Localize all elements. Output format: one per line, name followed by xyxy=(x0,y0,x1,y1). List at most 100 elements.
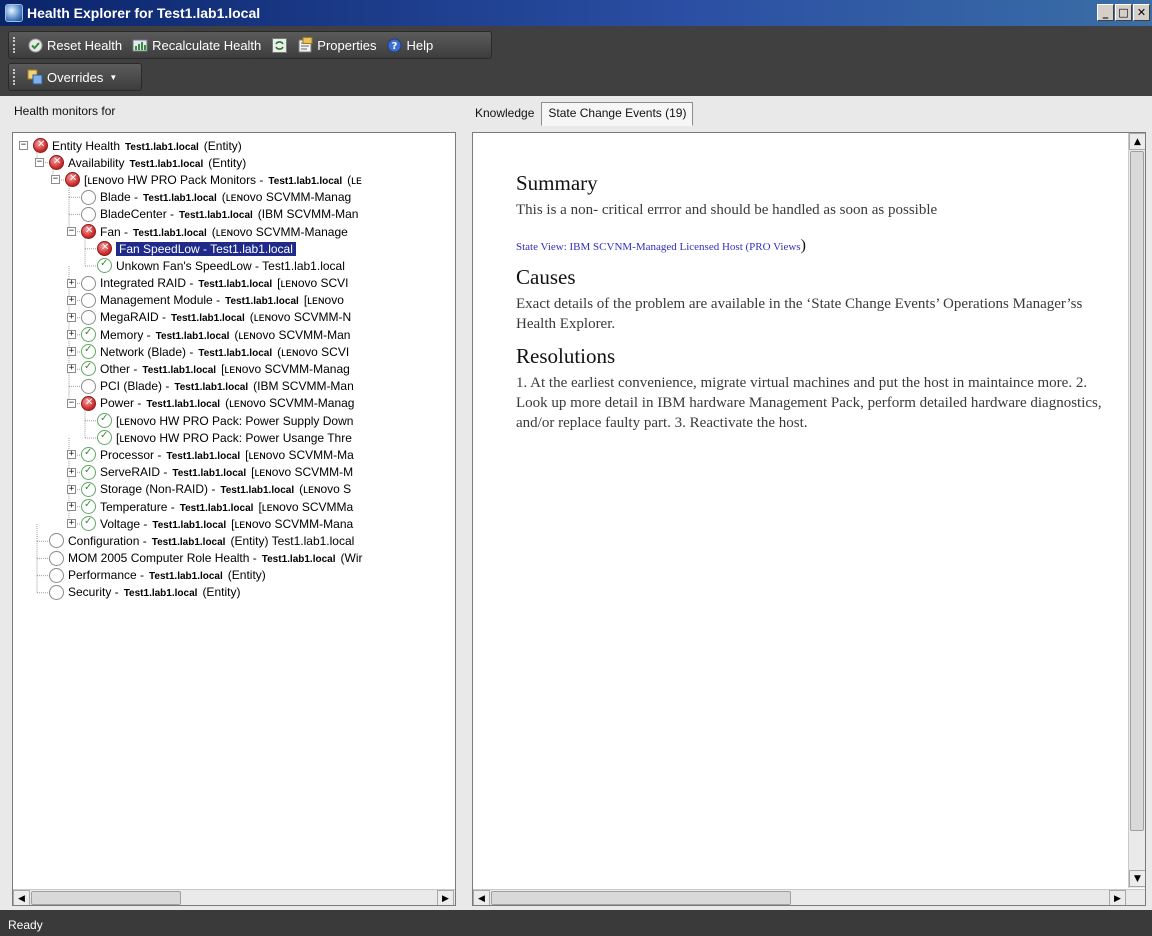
svg-text:?: ? xyxy=(392,41,398,52)
tree-item-label[interactable]: Integrated RAID - Test1.lab1.local [ʟᴇɴᴏᴠᴏ… xyxy=(100,276,349,290)
recalculate-health-label: Recalculate Health xyxy=(152,37,262,53)
tree-item-label[interactable]: Fan SpeedLow - Test1.lab1.local xyxy=(116,241,296,256)
tree-row[interactable]: + MegaRAID - Test1.lab1.local (ʟᴇɴᴏᴠᴏ SCVMM… xyxy=(13,309,455,326)
tree-row[interactable]: Fan SpeedLow - Test1.lab1.local xyxy=(13,240,455,257)
tree-item-label[interactable]: Power - Test1.lab1.local (ʟᴇɴᴏᴠᴏ SCVMM-Man… xyxy=(100,396,354,410)
tree-item-label[interactable]: Availability Test1.lab1.local (Entity) xyxy=(68,156,246,170)
tree-row[interactable]: [ʟᴇɴᴏᴠᴏ HW PRO Pack: Power Usange Thre xyxy=(13,429,455,446)
tree-row[interactable]: − Availability Test1.lab1.local (Entity) xyxy=(13,154,455,171)
minimize-button[interactable]: _ xyxy=(1097,4,1114,21)
target-host: Test1.lab1.local xyxy=(133,227,207,239)
tree-row[interactable]: + Network (Blade) - Test1.lab1.local (ʟᴇɴᴏᴠ… xyxy=(13,343,455,360)
collapse-icon[interactable]: − xyxy=(67,398,76,408)
tree-item-label[interactable]: MOM 2005 Computer Role Health - Test1.lab… xyxy=(68,551,362,565)
tree-item-label[interactable]: Other - Test1.lab1.local [ʟᴇɴᴏᴠᴏ SCVMM-Man… xyxy=(100,362,350,376)
tree-horizontal-scrollbar[interactable]: ◀ ▶ xyxy=(13,889,455,905)
tree-row[interactable]: Blade - Test1.lab1.local (ʟᴇɴᴏᴠᴏ SCVMM-Man… xyxy=(13,189,455,206)
tree-row[interactable]: Security - Test1.lab1.local (Entity) xyxy=(13,584,455,601)
state-view-link[interactable]: State View: IBM SCVNM-Managed Licensed H… xyxy=(516,241,801,253)
tree-item-label[interactable]: Memory - Test1.lab1.local (ʟᴇɴᴏᴠᴏ SCVMM-Ma… xyxy=(100,328,350,342)
expand-icon[interactable]: + xyxy=(67,347,76,357)
tab-knowledge[interactable]: Knowledge xyxy=(468,102,541,126)
tab-state-change-events[interactable]: State Change Events (19) xyxy=(541,102,694,126)
scroll-right-button[interactable]: ▶ xyxy=(437,890,454,905)
expand-icon[interactable]: + xyxy=(67,450,76,460)
tree-item-label[interactable]: Network (Blade) - Test1.lab1.local (ʟᴇɴᴏᴠᴏ… xyxy=(100,345,349,359)
scroll-thumb[interactable] xyxy=(491,891,791,905)
tree-row[interactable]: + Voltage - Test1.lab1.local [ʟᴇɴᴏᴠᴏ SCVMM-… xyxy=(13,515,455,532)
tree-item-label[interactable]: Voltage - Test1.lab1.local [ʟᴇɴᴏᴠᴏ SCVMM-M… xyxy=(100,517,353,531)
collapse-icon[interactable]: − xyxy=(19,141,28,150)
tree-row[interactable]: Unkown Fan's SpeedLow - Test1.lab1.local xyxy=(13,257,455,274)
expand-icon[interactable]: + xyxy=(67,501,76,511)
tree-item-label[interactable]: BladeCenter - Test1.lab1.local (IBM SCVMM-… xyxy=(100,207,358,221)
tree-row[interactable]: Configuration - Test1.lab1.local (Entity) … xyxy=(13,532,455,549)
scroll-left-button[interactable]: ◀ xyxy=(13,890,30,905)
tree-row[interactable]: + Storage (Non-RAID) - Test1.lab1.local (ʟᴇ… xyxy=(13,481,455,498)
close-button[interactable]: ✕ xyxy=(1133,4,1150,21)
toolbar-grip[interactable] xyxy=(13,69,16,85)
health-monitor-tree[interactable]: −Entity HealthTest1.lab1.local(Entity)−A… xyxy=(13,137,455,601)
tree-row[interactable]: [ʟᴇɴᴏᴠᴏ HW PRO Pack: Power Supply Down xyxy=(13,412,455,429)
recalculate-health-button[interactable]: Recalculate Health xyxy=(127,33,266,57)
tree-item-label[interactable]: Entity Health Test1.lab1.local (Entity) xyxy=(52,139,242,153)
tree-item-label[interactable]: [ʟᴇɴᴏᴠᴏ HW PRO Pack: Power Usange Thre xyxy=(116,431,352,445)
tree-item-label[interactable]: Processor - Test1.lab1.local [ʟᴇɴᴏᴠᴏ SCVMM… xyxy=(100,448,354,462)
tree-row[interactable]: + Integrated RAID - Test1.lab1.local [ʟᴇɴᴏᴠ… xyxy=(13,275,455,292)
scroll-down-button[interactable]: ▼ xyxy=(1129,870,1145,887)
collapse-icon[interactable]: − xyxy=(35,158,44,168)
tree-row[interactable]: − Power - Test1.lab1.local (ʟᴇɴᴏᴠᴏ SCVMM-Ma… xyxy=(13,395,455,412)
tree-item-label[interactable]: PCI (Blade) - Test1.lab1.local (IBM SCVMM-… xyxy=(100,379,354,393)
maximize-button[interactable]: □ xyxy=(1115,4,1132,21)
expand-icon[interactable]: + xyxy=(67,467,76,477)
collapse-icon[interactable]: − xyxy=(67,226,76,236)
tree-item-label[interactable]: Fan - Test1.lab1.local (ʟᴇɴᴏᴠᴏ SCVMM-Manag… xyxy=(100,225,348,239)
expand-icon[interactable]: + xyxy=(67,312,76,322)
tree-row[interactable]: − Entity Health Test1.lab1.local (Entity) xyxy=(13,137,455,154)
tree-row[interactable]: + Processor - Test1.lab1.local [ʟᴇɴᴏᴠᴏ SCVM… xyxy=(13,446,455,463)
reset-health-button[interactable]: Reset Health xyxy=(22,33,127,57)
expand-icon[interactable]: + xyxy=(67,278,76,288)
knowledge-vertical-scrollbar[interactable]: ▲ ▼ xyxy=(1128,133,1145,888)
tree-row[interactable]: − [ʟᴇɴᴏᴠᴏ HW PRO Pack Monitors - Test1.lab… xyxy=(13,171,455,188)
tree-item-label[interactable]: [ʟᴇɴᴏᴠᴏ HW PRO Pack: Power Supply Down xyxy=(116,414,353,428)
scroll-right-button[interactable]: ▶ xyxy=(1109,890,1126,905)
tree-row[interactable]: + Memory - Test1.lab1.local (ʟᴇɴᴏᴠᴏ SCVMM-M… xyxy=(13,326,455,343)
overrides-dropdown[interactable]: Overrides ▼ xyxy=(22,65,122,89)
tree-item-label[interactable]: Unkown Fan's SpeedLow - Test1.lab1.local xyxy=(116,259,345,273)
tree-row[interactable]: − Fan - Test1.lab1.local (ʟᴇɴᴏᴠᴏ SCVMM-Mana… xyxy=(13,223,455,240)
help-button[interactable]: ? Help xyxy=(382,33,439,57)
tree-item-label[interactable]: ServeRAID - Test1.lab1.local [ʟᴇɴᴏᴠᴏ SCVMM… xyxy=(100,465,353,479)
tree-row[interactable]: Performance - Test1.lab1.local (Entity) xyxy=(13,567,455,584)
expand-icon[interactable]: + xyxy=(67,295,76,305)
tree-row[interactable]: BladeCenter - Test1.lab1.local (IBM SCVMM-… xyxy=(13,206,455,223)
tree-item-label[interactable]: MegaRAID - Test1.lab1.local (ʟᴇɴᴏᴠᴏ SCVMM-… xyxy=(100,310,351,324)
toolbar-grip[interactable] xyxy=(13,37,16,53)
tree-item-label[interactable]: [ʟᴇɴᴏᴠᴏ HW PRO Pack Monitors - Test1.lab1… xyxy=(84,173,362,187)
tree-row[interactable]: + Temperature - Test1.lab1.local [ʟᴇɴᴏᴠᴏ SC… xyxy=(13,498,455,515)
knowledge-horizontal-scrollbar[interactable]: ◀ ▶ xyxy=(473,889,1145,905)
tree-row[interactable]: MOM 2005 Computer Role Health - Test1.lab… xyxy=(13,550,455,567)
scroll-left-button[interactable]: ◀ xyxy=(473,890,490,905)
tree-item-label[interactable]: Temperature - Test1.lab1.local [ʟᴇɴᴏᴠᴏ SCV… xyxy=(100,500,353,514)
collapse-icon[interactable]: − xyxy=(51,175,60,185)
scroll-thumb[interactable] xyxy=(31,891,181,905)
refresh-button[interactable] xyxy=(266,33,292,57)
tree-item-label[interactable]: Performance - Test1.lab1.local (Entity) xyxy=(68,568,266,582)
scroll-thumb[interactable] xyxy=(1130,151,1144,831)
tree-row[interactable]: + Other - Test1.lab1.local [ʟᴇɴᴏᴠᴏ SCVMM-Ma… xyxy=(13,360,455,377)
expand-icon[interactable]: + xyxy=(67,484,76,494)
tree-item-label[interactable]: Security - Test1.lab1.local (Entity) xyxy=(68,585,240,599)
tree-row[interactable]: + ServeRAID - Test1.lab1.local [ʟᴇɴᴏᴠᴏ SCVM… xyxy=(13,464,455,481)
scroll-up-button[interactable]: ▲ xyxy=(1129,133,1145,150)
properties-button[interactable]: Properties xyxy=(292,33,381,57)
expand-icon[interactable]: + xyxy=(67,330,76,340)
tree-row[interactable]: PCI (Blade) - Test1.lab1.local (IBM SCVMM-… xyxy=(13,378,455,395)
tree-item-label[interactable]: Configuration - Test1.lab1.local (Entity) … xyxy=(68,534,354,548)
tree-item-label[interactable]: Blade - Test1.lab1.local (ʟᴇɴᴏᴠᴏ SCVMM-Man… xyxy=(100,190,351,204)
tree-item-label[interactable]: Storage (Non-RAID) - Test1.lab1.local (ʟᴇɴ… xyxy=(100,482,351,496)
expand-icon[interactable]: + xyxy=(67,364,76,374)
tree-row[interactable]: + Management Module - Test1.lab1.local [ʟᴇɴ… xyxy=(13,292,455,309)
tree-item-label[interactable]: Management Module - Test1.lab1.local [ʟᴇɴᴏ… xyxy=(100,293,344,307)
expand-icon[interactable]: + xyxy=(67,519,76,529)
